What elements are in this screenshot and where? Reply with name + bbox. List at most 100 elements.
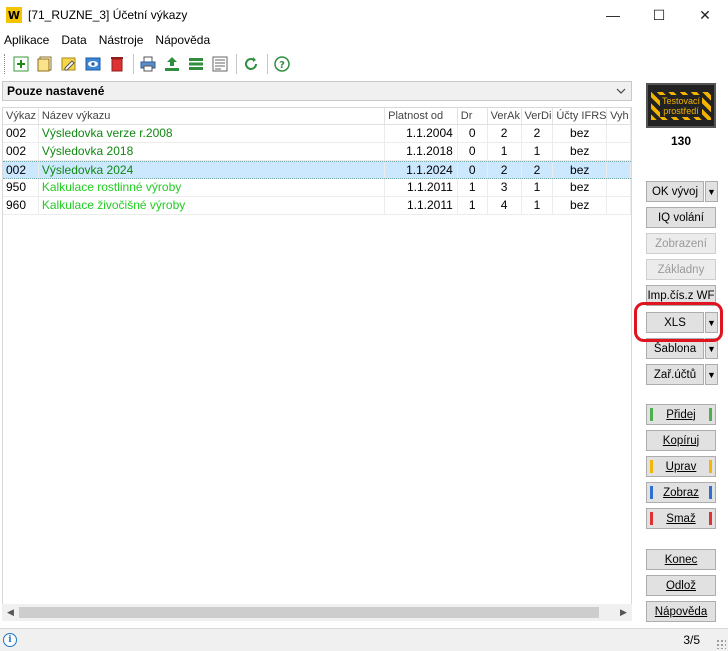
scroll-left-icon[interactable]: ◀	[2, 604, 19, 621]
smaz-label: Smaž	[666, 512, 696, 525]
maximize-button[interactable]: ☐	[636, 0, 682, 30]
window-title: [71_RUZNE_3] Účetní výkazy	[28, 8, 188, 22]
cell-code: 002	[3, 162, 39, 178]
column-header-vyh[interactable]: Vyh	[607, 108, 631, 124]
add-record-icon[interactable]	[10, 53, 32, 75]
window-controls: — ☐ ✕	[590, 0, 728, 30]
ok-vyvoj-label: OK vývoj	[651, 185, 698, 198]
cell-valid-from: 1.1.2018	[385, 143, 458, 160]
column-header-code[interactable]: Výkaz	[3, 108, 39, 124]
menu-aplikace[interactable]: Aplikace	[4, 33, 49, 47]
sablona-label: Šablona	[653, 342, 697, 355]
zar-uctu-button[interactable]: Zař.účtů	[646, 364, 704, 385]
cell-name: Výsledovka verze r.2008	[39, 125, 386, 142]
cell-ver-di: 1	[522, 197, 554, 214]
print-icon[interactable]	[137, 53, 159, 75]
table-row[interactable]: 002 Výsledovka 2024 1.1.2024 0 2 2 bez	[3, 161, 631, 179]
cell-code: 960	[3, 197, 39, 214]
close-button[interactable]: ✕	[682, 0, 728, 30]
column-header-valid-from[interactable]: Platnost od	[385, 108, 458, 124]
cell-ver-ak: 2	[488, 125, 522, 142]
edit-record-icon[interactable]	[58, 53, 80, 75]
toolbar-separator	[133, 54, 134, 74]
cell-name: Výsledovka 2024	[39, 162, 386, 178]
chevron-down-icon[interactable]	[613, 83, 629, 99]
table-row[interactable]: 002 Výsledovka 2018 1.1.2018 0 1 1 bez	[3, 143, 631, 161]
cell-dr: 0	[458, 143, 488, 160]
konec-button[interactable]: Konec	[646, 549, 716, 570]
cell-valid-from: 1.1.2011	[385, 197, 458, 214]
test-environment-badge: Testovací prostředí	[646, 83, 716, 128]
uprav-button[interactable]: Uprav	[646, 456, 716, 477]
green-bar-left	[650, 408, 653, 421]
zakladny-button[interactable]: Základny	[646, 259, 716, 280]
hazard-stripes: Testovací prostředí	[651, 91, 711, 120]
badge-line-1: Testovací	[661, 95, 701, 106]
horizontal-scrollbar[interactable]: ◀ ▶	[2, 604, 632, 621]
kopiruj-label: Kopíruj	[662, 434, 700, 447]
napoveda-button[interactable]: Nápověda	[646, 601, 716, 622]
zar-uctu-dropdown[interactable]: ▼	[705, 364, 718, 385]
cell-ifrs: bez	[553, 197, 608, 214]
cell-vyh	[607, 143, 631, 160]
cell-code: 002	[3, 125, 39, 142]
iq-volani-label: IQ volání	[657, 211, 705, 224]
ok-vyvoj-button[interactable]: OK vývoj	[646, 181, 704, 202]
column-header-ver-ak[interactable]: VerAk	[488, 108, 522, 124]
ok-vyvoj-dropdown[interactable]: ▼	[705, 181, 718, 202]
cell-ver-di: 1	[522, 179, 554, 196]
zobrazeni-button[interactable]: Zobrazení	[646, 233, 716, 254]
scroll-thumb[interactable]	[19, 607, 599, 618]
column-header-ver-di[interactable]: VerDi	[522, 108, 554, 124]
cell-name: Kalkulace rostlinné výroby	[39, 179, 386, 196]
menu-napoveda[interactable]: Nápověda	[155, 33, 210, 47]
cell-dr: 0	[458, 162, 488, 178]
cell-ver-di: 1	[522, 143, 554, 160]
column-header-dr[interactable]: Dr	[458, 108, 488, 124]
list-view-icon[interactable]	[185, 53, 207, 75]
cell-dr: 1	[458, 197, 488, 214]
cell-valid-from: 1.1.2004	[385, 125, 458, 142]
iq-volani-button[interactable]: IQ volání	[646, 207, 716, 228]
export-icon[interactable]	[161, 53, 183, 75]
uprav-label: Uprav	[665, 460, 697, 473]
details-view-icon[interactable]	[209, 53, 231, 75]
view-record-icon[interactable]	[82, 53, 104, 75]
table-row[interactable]: 950 Kalkulace rostlinné výroby 1.1.2011 1 3 1…	[3, 179, 631, 197]
title-bar: W [71_RUZNE_3] Účetní výkazy — ☐ ✕	[0, 0, 728, 30]
cell-ifrs: bez	[553, 179, 608, 196]
copy-record-icon[interactable]	[34, 53, 56, 75]
smaz-button[interactable]: Smaž	[646, 508, 716, 529]
refresh-icon[interactable]	[240, 53, 262, 75]
filter-dropdown[interactable]: Pouze nastavené	[2, 81, 632, 101]
column-header-ifrs[interactable]: Účty IFRS	[553, 108, 608, 124]
red-bar-right	[709, 512, 712, 525]
pridej-button[interactable]: Přidej	[646, 404, 716, 425]
cell-ver-di: 2	[522, 125, 554, 142]
toolbar: ?	[0, 51, 295, 77]
menu-bar: Aplikace Data Nástroje Nápověda	[0, 30, 728, 49]
resize-grip-icon[interactable]	[716, 639, 726, 649]
scroll-track[interactable]	[19, 604, 615, 621]
table-row[interactable]: 960 Kalkulace živočišné výroby 1.1.2011 1 4 1…	[3, 197, 631, 215]
help-icon[interactable]: ?	[271, 53, 293, 75]
blue-bar-left	[650, 486, 653, 499]
scroll-right-icon[interactable]: ▶	[615, 604, 632, 621]
zobraz-button[interactable]: Zobraz	[646, 482, 716, 503]
cell-name: Kalkulace živočišné výroby	[39, 197, 386, 214]
menu-nastroje[interactable]: Nástroje	[99, 33, 144, 47]
minimize-button[interactable]: —	[590, 0, 636, 30]
cell-ver-di: 2	[522, 162, 554, 178]
column-header-name[interactable]: Název výkazu	[39, 108, 386, 124]
kopiruj-button[interactable]: Kopíruj	[646, 430, 716, 451]
blue-bar-right	[709, 486, 712, 499]
toolbar-grip	[4, 54, 7, 74]
table-row[interactable]: 002 Výsledovka verze r.2008 1.1.2004 0 2 2 bez	[3, 125, 631, 143]
badge-text: Testovací prostředí	[659, 94, 703, 117]
info-icon[interactable]: i	[3, 633, 17, 647]
delete-record-icon[interactable]	[106, 53, 128, 75]
svg-text:?: ?	[279, 60, 285, 71]
yellow-bar-left	[650, 460, 653, 473]
odloz-button[interactable]: Odlož	[646, 575, 716, 596]
menu-data[interactable]: Data	[61, 33, 86, 47]
